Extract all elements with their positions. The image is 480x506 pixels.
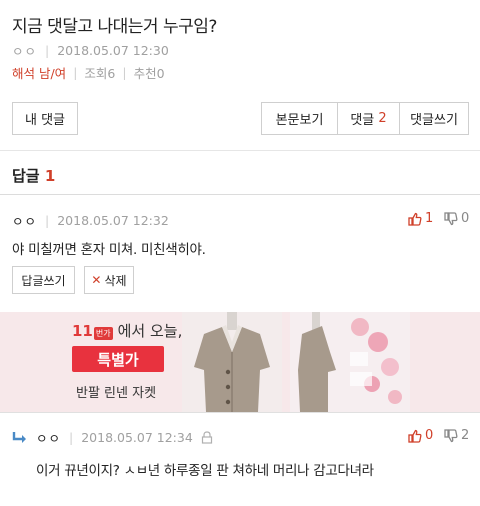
divider [0, 194, 480, 195]
upvote-count: 0 [425, 428, 434, 443]
delete-button[interactable]: ✕ 삭제 [84, 266, 134, 294]
thumbs-up-icon [408, 429, 422, 443]
recommend-count: 추천0 [133, 66, 165, 81]
comment-meta: ㅇㅇ | 2018.05.07 12:32 [12, 211, 169, 230]
downvote-button[interactable]: 2 [444, 428, 469, 443]
brand-text: 에서 오늘, [117, 322, 183, 340]
thumbs-up-icon [408, 212, 422, 226]
replies-heading: 답글 1 [12, 165, 55, 186]
post-header: 지금 댓달고 나대는거 누구임? ㅇㅇ | 2018.05.07 12:30 해… [12, 12, 468, 82]
brand-number: 11 [72, 322, 93, 340]
separator: | [69, 430, 74, 445]
comment-reply: ㅇㅇ | 2018.05.07 12:34 0 2 이거 뀨년이지? ㅅㅂ년 하… [0, 413, 480, 506]
close-icon: ✕ [91, 273, 102, 287]
jacket-front-image [182, 312, 282, 412]
comment-date: 2018.05.07 12:34 [81, 430, 193, 445]
ad-product-name: 반팔 린넨 자켓 [76, 386, 157, 401]
separator: | [45, 213, 50, 228]
downvote-count: 2 [461, 428, 470, 443]
thumbs-down-icon [444, 428, 458, 442]
post-title: 지금 댓달고 나대는거 누구임? [12, 17, 217, 37]
replies-label: 답글 [12, 167, 40, 185]
comment-date: 2018.05.07 12:32 [57, 213, 169, 228]
ad-banner[interactable]: 11 번가 에서 오늘, 특별가 반팔 린넨 자켓 [0, 312, 480, 412]
view-post-button[interactable]: 본문보기 [262, 103, 337, 134]
upvote-button[interactable]: 0 [408, 428, 433, 443]
comment-author[interactable]: ㅇㅇ [12, 211, 37, 230]
interpretation-link[interactable]: 해석 남/여 [12, 63, 66, 82]
downvote-button[interactable]: 0 [444, 211, 469, 226]
divider [0, 150, 480, 151]
post-date: 2018.05.07 12:30 [57, 43, 169, 58]
separator: | [73, 65, 78, 80]
lock-icon [201, 431, 212, 444]
ad-brand: 11 번가 에서 오늘, [72, 320, 182, 341]
comment-meta: ㅇㅇ | 2018.05.07 12:34 [12, 428, 213, 447]
downvote-count: 0 [461, 211, 470, 226]
my-comments-button[interactable]: 내 댓글 [12, 102, 78, 135]
comment-action-group: 본문보기 댓글 2 댓글쓰기 [261, 102, 469, 135]
comments-button[interactable]: 댓글 2 [337, 103, 399, 134]
upvote-count: 1 [425, 211, 434, 226]
separator: | [45, 43, 50, 58]
separator: | [122, 65, 127, 80]
post-author[interactable]: ㅇㅇ [12, 41, 37, 60]
comment-author[interactable]: ㅇㅇ [36, 428, 61, 447]
thumbs-down-icon [444, 211, 458, 225]
upvote-button[interactable]: 1 [408, 211, 433, 226]
brand-badge: 번가 [93, 327, 113, 340]
delete-label: 삭제 [104, 273, 127, 288]
jacket-side-image [290, 312, 410, 412]
comments-count: 2 [378, 111, 387, 126]
comment-text: 이거 뀨년이지? ㅅㅂ년 하루종일 판 쳐하네 머리나 감고다녀라 [36, 463, 374, 479]
comment-text: 야 미칠꺼면 혼자 미쳐. 미친색히야. [12, 242, 206, 258]
write-comment-button[interactable]: 댓글쓰기 [399, 103, 468, 134]
special-price-badge: 특별가 [72, 346, 164, 372]
comments-label: 댓글 [350, 113, 375, 128]
write-reply-button[interactable]: 답글쓰기 [12, 266, 75, 294]
view-count: 조회6 [84, 66, 116, 81]
post-meta: ㅇㅇ | 2018.05.07 12:30 [12, 41, 468, 60]
post-stats: 해석 남/여 | 조회6 | 추천0 [12, 63, 468, 82]
reply-arrow-icon [12, 431, 26, 443]
replies-count: 1 [44, 167, 56, 185]
